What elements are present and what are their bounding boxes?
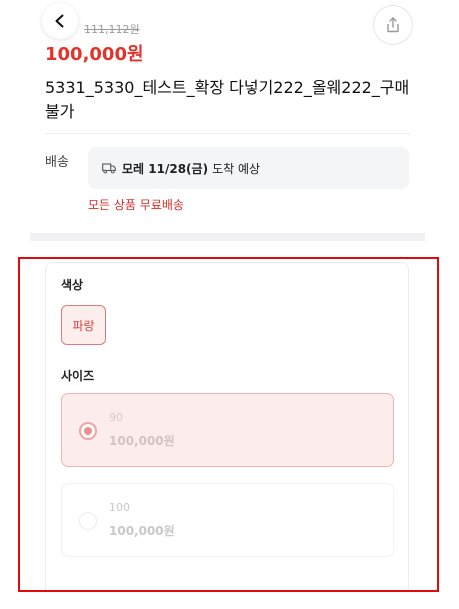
section-divider: [30, 233, 425, 241]
sale-price: 100,000원: [45, 44, 144, 65]
share-icon: [387, 17, 399, 33]
divider: [45, 133, 410, 134]
back-button[interactable]: [42, 3, 78, 39]
chevron-left-icon: [55, 14, 64, 28]
truck-icon: [102, 162, 116, 174]
product-page: 111,112원 100,000원 5331_5330_테스트_확장 다넣기22…: [0, 0, 459, 609]
product-name: 5331_5330_테스트_확장 다넣기222_올웨222_구매불가: [45, 78, 410, 121]
original-price: 111,112원: [84, 23, 140, 36]
free-shipping-notice: 모든 상품 무료배송: [88, 198, 184, 212]
arrival-date: 모레 11/28(금): [122, 161, 209, 176]
shipping-label: 배송: [45, 155, 69, 170]
highlight-frame: [18, 257, 439, 592]
share-button[interactable]: [373, 5, 413, 45]
delivery-estimate: 모레 11/28(금) 도착 예상: [88, 147, 409, 189]
arrival-suffix: 도착 예상: [212, 161, 261, 176]
